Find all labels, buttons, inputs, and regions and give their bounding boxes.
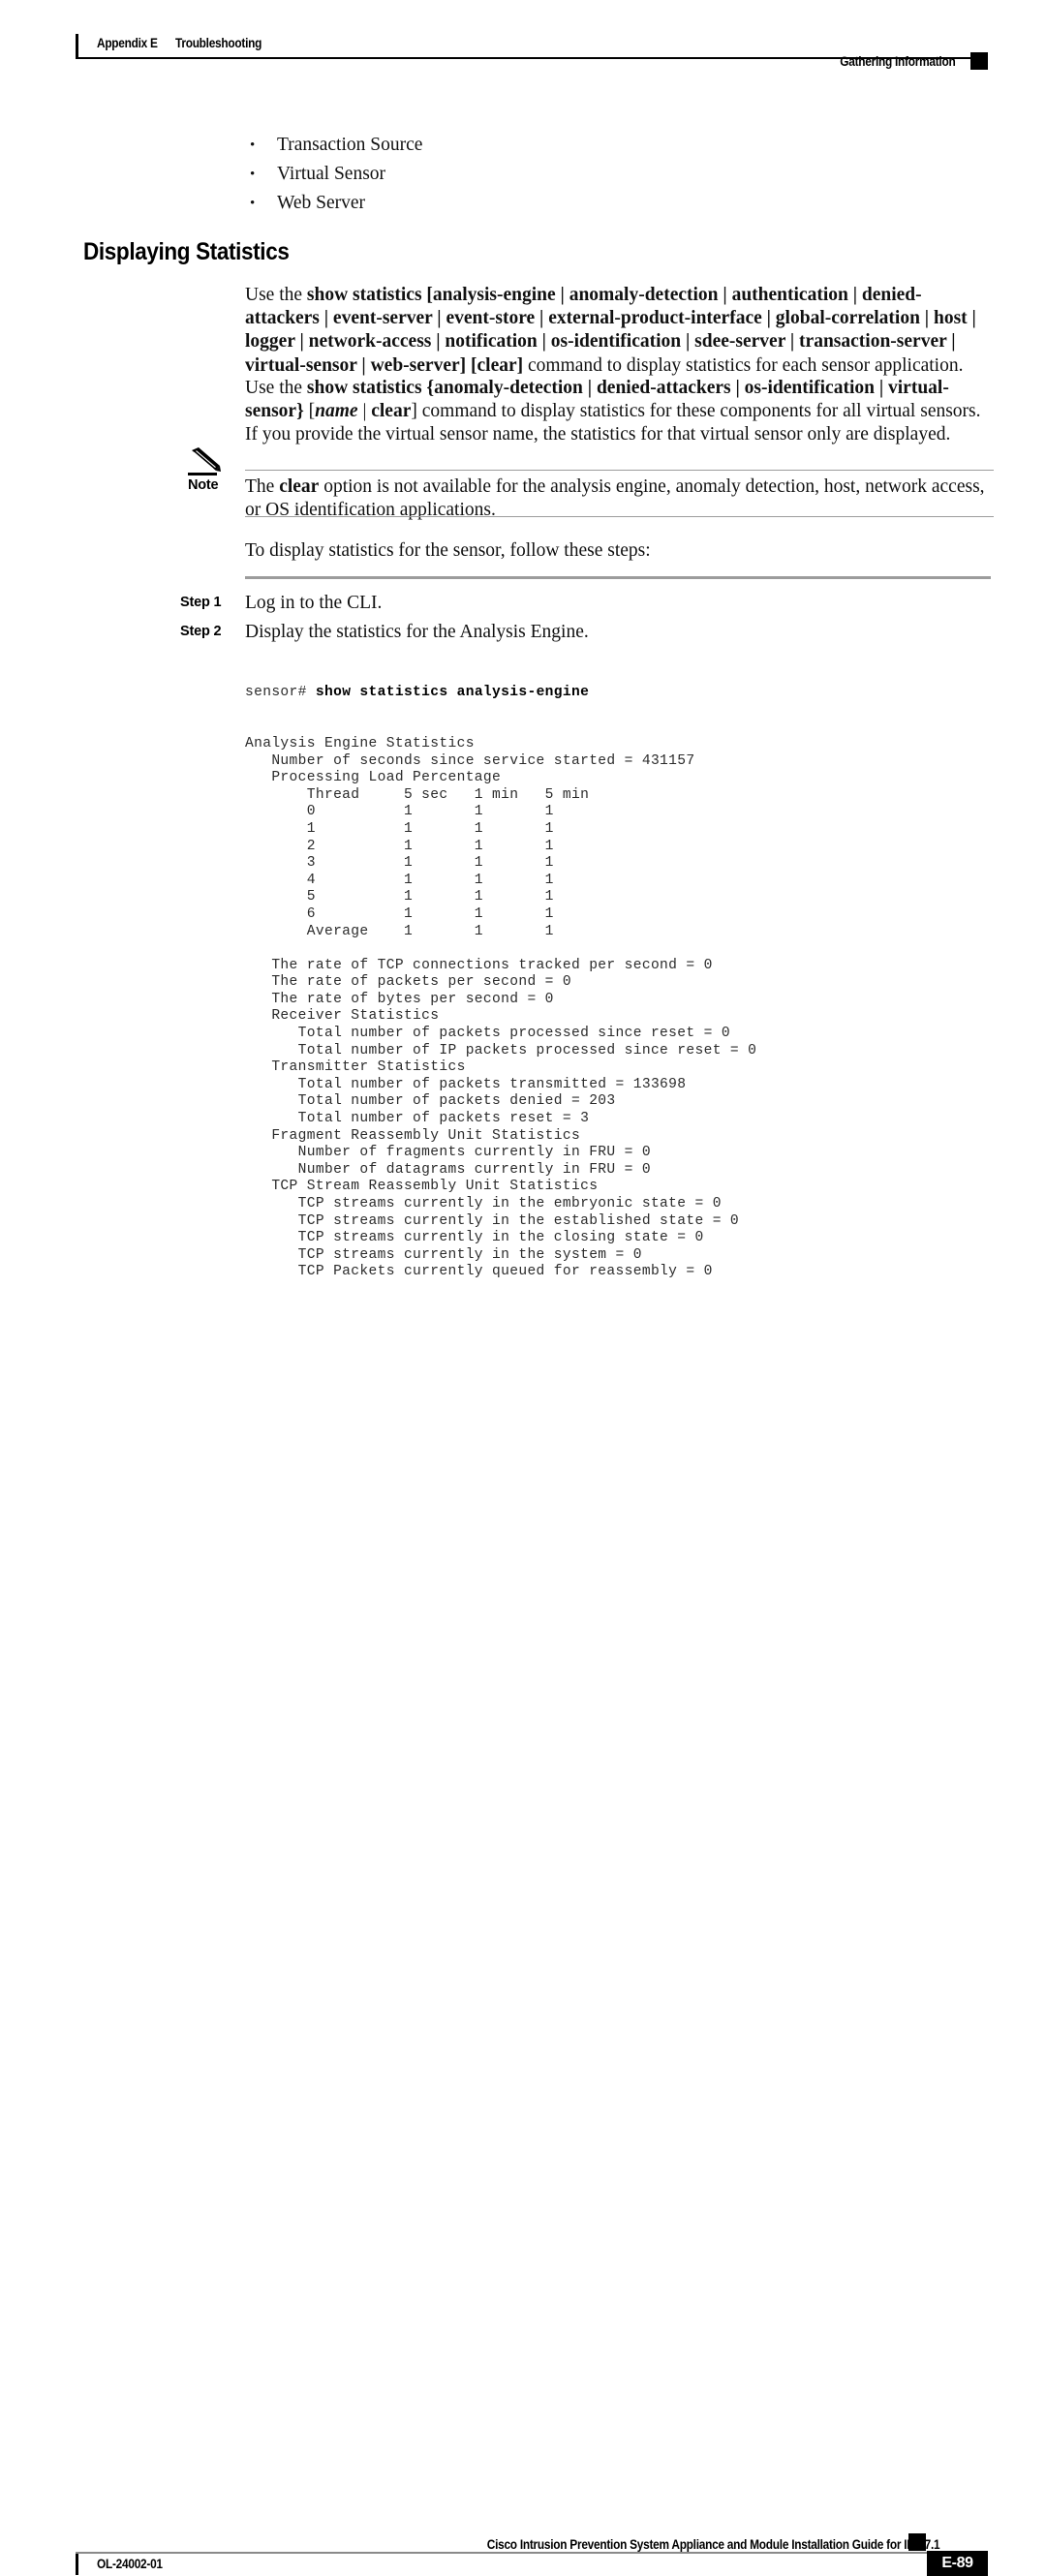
note-icon-underline (188, 473, 217, 475)
code-output-line: TCP streams currently in the embryonic s… (245, 1196, 722, 1211)
list-item: Web Server (245, 189, 962, 218)
code-output-line: 0 1 1 1 (245, 804, 554, 820)
step-text: Display the statistics for the Analysis … (245, 622, 589, 642)
code-output-line: 5 1 1 1 (245, 889, 554, 905)
syntax-paragraph-2: Use the show statistics {anomaly-detecti… (245, 377, 993, 447)
code-output-line: Total number of packets transmitted = 13… (245, 1076, 687, 1092)
code-output-line: Total number of packets processed since … (245, 1026, 730, 1042)
code-output: Analysis Engine Statistics Number of sec… (245, 736, 1000, 1281)
step-label: Step 1 (180, 595, 222, 610)
note-bold-keyword: clear (279, 476, 320, 497)
code-block: sensor# show statistics analysis-engine … (245, 651, 1000, 1315)
code-output-line: 2 1 1 1 (245, 838, 554, 854)
code-output-line: Total number of IP packets processed sin… (245, 1042, 757, 1058)
list-item: Virtual Sensor (245, 160, 962, 189)
page-footer: Cisco Intrusion Prevention System Applia… (0, 1266, 1046, 2576)
footer-rule (76, 2552, 971, 2554)
cli-prompt: sensor# (245, 685, 316, 701)
code-output-line: TCP streams currently in the established… (245, 1212, 740, 1229)
syntax2-clear-keyword: clear (371, 401, 412, 422)
code-output-line: The rate of bytes per second = 0 (245, 991, 554, 1007)
breadcrumb-section-title: Troubleshooting (175, 36, 262, 50)
black-square-icon (970, 52, 988, 70)
page-number: E-89 (941, 2555, 973, 2571)
note-label: Note (188, 477, 219, 493)
syntax1-suffix: command to display statistics for each s… (523, 354, 964, 376)
syntax2-pipe: | (357, 401, 372, 422)
code-output-line: The rate of packets per second = 0 (245, 974, 571, 991)
code-command-line: sensor# show statistics analysis-engine (245, 685, 1000, 702)
code-output-line: Number of seconds since service started … (245, 752, 695, 769)
note-text-after: option is not available for the analysis… (245, 476, 985, 521)
bullet-list: Transaction Source Virtual Sensor Web Se… (245, 131, 962, 218)
code-output-line: TCP streams currently in the closing sta… (245, 1230, 704, 1246)
footer-left-tick (76, 2554, 78, 2575)
step-text: Log in to the CLI. (245, 593, 383, 613)
code-output-line: 6 1 1 1 (245, 905, 554, 922)
syntax2-name-variable: name (315, 401, 358, 422)
code-output-line: Receiver Statistics (245, 1008, 440, 1025)
running-head: Gathering Information (839, 54, 955, 69)
code-output-line: 4 1 1 1 (245, 872, 554, 888)
code-output-line: Total number of packets reset = 3 (245, 1111, 590, 1127)
syntax1-prefix: Use the (245, 285, 307, 305)
note-rule-top (245, 470, 994, 472)
code-output-line: Total number of packets denied = 203 (245, 1093, 616, 1110)
code-output-line: Processing Load Percentage (245, 770, 502, 786)
steps-intro-paragraph: To display statistics for the sensor, fo… (245, 540, 651, 561)
footer-doc-number: OL-24002-01 (97, 2557, 163, 2571)
code-output-line: The rate of TCP connections tracked per … (245, 957, 713, 973)
step-label: Step 2 (180, 624, 222, 639)
code-output-line: 3 1 1 1 (245, 855, 554, 872)
pencil-icon (192, 447, 221, 472)
cli-command: show statistics analysis-engine (315, 685, 590, 701)
code-output-line: Transmitter Statistics (245, 1059, 466, 1076)
breadcrumb-appendix: Appendix E (97, 36, 158, 50)
code-output-line (245, 940, 1000, 958)
code-output-line: Average 1 1 1 (245, 923, 554, 939)
note-text-before: The (245, 476, 280, 497)
syntax-paragraph-1: Use the show statistics [analysis-engine… (245, 284, 991, 378)
code-output-line: TCP streams currently in the system = 0 (245, 1246, 642, 1263)
code-output-line: Fragment Reassembly Unit Statistics (245, 1127, 581, 1144)
footer-guide-title: Cisco Intrusion Prevention System Applia… (486, 2537, 939, 2552)
header-rule (76, 57, 971, 59)
syntax2-prefix: Use the (245, 378, 307, 398)
page-title: Displaying Statistics (83, 238, 290, 265)
code-output-line: Thread 5 sec 1 min 5 min (245, 786, 590, 803)
code-output-line: Analysis Engine Statistics (245, 735, 475, 751)
list-item: Transaction Source (245, 131, 962, 160)
page-header: Appendix E Troubleshooting Gathering Inf… (0, 0, 1046, 77)
code-output-line: Number of fragments currently in FRU = 0 (245, 1145, 651, 1161)
black-square-icon (908, 2533, 926, 2551)
steps-rule (245, 576, 991, 579)
page-number-badge: E-89 (927, 2551, 988, 2576)
header-left-tick (76, 34, 78, 57)
code-output-line: TCP Stream Reassembly Unit Statistics (245, 1179, 599, 1195)
note-rule-bottom (245, 516, 994, 518)
code-output-line: Number of datagrams currently in FRU = 0 (245, 1161, 651, 1178)
code-output-line: 1 1 1 1 (245, 820, 554, 837)
